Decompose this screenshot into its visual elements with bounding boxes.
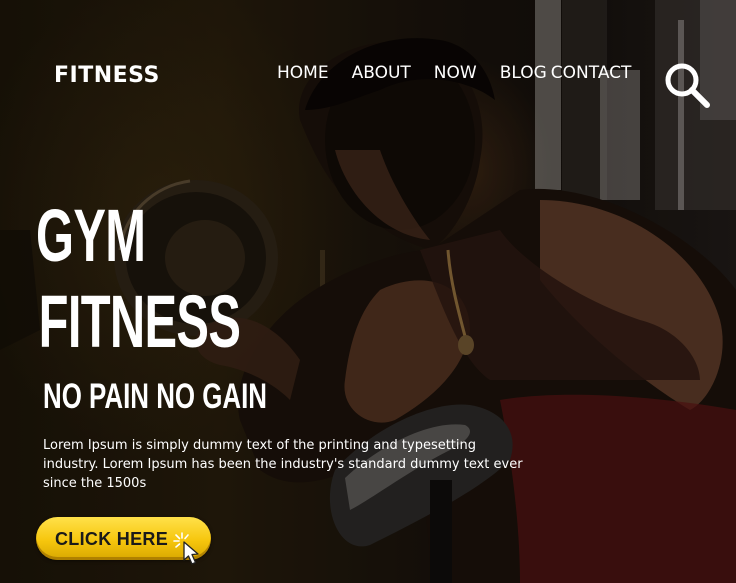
nav-item-now[interactable]: NOW bbox=[434, 63, 477, 83]
hero-description: Lorem Ipsum is simply dummy text of the … bbox=[43, 438, 523, 491]
hero-headline: GYM FITNESS bbox=[36, 193, 241, 365]
nav-item-about[interactable]: ABOUT bbox=[352, 63, 411, 83]
hero-section: FITNESS HOME ABOUT NOW BLOG CONTACT GYM … bbox=[0, 0, 736, 583]
click-cursor-icon bbox=[172, 531, 210, 567]
click-here-button[interactable]: CLICK HERE bbox=[36, 517, 211, 565]
search-icon[interactable] bbox=[662, 60, 712, 110]
main-nav: HOME ABOUT NOW BLOG CONTACT bbox=[277, 63, 631, 83]
cta-label: CLICK HERE bbox=[55, 529, 169, 549]
nav-item-home[interactable]: HOME bbox=[277, 63, 329, 83]
site-logo[interactable]: FITNESS bbox=[54, 63, 160, 88]
headline-line-2: FITNESS bbox=[38, 280, 241, 363]
nav-item-contact[interactable]: CONTACT bbox=[551, 63, 632, 83]
nav-item-blog[interactable]: BLOG bbox=[500, 63, 547, 83]
hero-subheadline: NO PAIN NO GAIN bbox=[43, 377, 268, 416]
headline-line-1: GYM bbox=[36, 194, 146, 277]
